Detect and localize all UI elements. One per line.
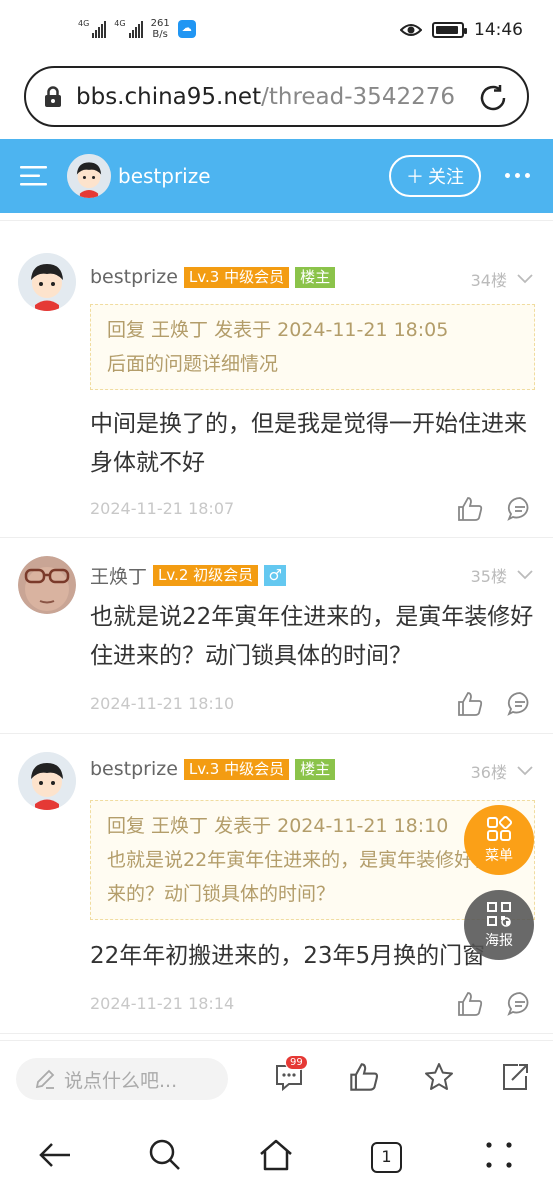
pencil-icon: [35, 1069, 55, 1089]
url-text[interactable]: bbs.china95.net/thread-3542276: [76, 84, 455, 110]
comment-icon[interactable]: [507, 691, 533, 717]
poster-label: 海报: [485, 932, 513, 949]
post-actions: [457, 496, 533, 522]
like-icon[interactable]: [457, 991, 483, 1017]
user-avatar[interactable]: [18, 556, 76, 614]
like-icon[interactable]: [457, 691, 483, 717]
clock: 14:46: [474, 20, 523, 40]
post-content: 中间是换了的，但是我是觉得一开始住进来身体就不好: [90, 411, 527, 476]
quote-block: 回复 王焕丁 发表于 2024-11-21 18:10 也就是说22年寅年住进来…: [90, 800, 535, 920]
plus-icon: ＋: [406, 167, 424, 188]
post-header: bestprize Lv.3 中级会员 楼主: [90, 266, 336, 288]
thread-header: bestprize ＋关注: [0, 139, 553, 213]
reply-post: bestprize Lv.3 中级会员 楼主 34楼 回复 王焕丁 发表于 20…: [0, 221, 553, 538]
home-icon[interactable]: [258, 1138, 294, 1172]
menu-label: 菜单: [485, 847, 513, 864]
floor-number[interactable]: 34楼: [471, 267, 533, 291]
username[interactable]: bestprize: [90, 758, 178, 780]
bottom-action-bar: 说点什么吧... 99: [0, 1040, 553, 1116]
username[interactable]: 王焕丁: [90, 562, 147, 589]
floating-menu-button[interactable]: 菜单: [464, 805, 534, 875]
owner-badge: 楼主: [295, 758, 336, 780]
level-badge: Lv.2 初级会员: [153, 565, 259, 586]
post-time: 2024-11-21 18:10: [90, 694, 235, 713]
reply-post: bestprize Lv.3 中级会员 楼主 36楼 回复 王焕丁 发表于 20…: [0, 734, 553, 1034]
post-actions: [457, 691, 533, 717]
reply-post: 王焕丁 Lv.2 初级会员 ♂ 35楼 也就是说22年寅年住进来的，是寅年装修好…: [0, 538, 553, 734]
user-avatar[interactable]: [18, 752, 76, 810]
battery-icon: [432, 22, 467, 38]
male-gender-icon: ♂: [264, 565, 287, 586]
hamburger-menu-icon[interactable]: [20, 165, 47, 187]
qrcode-icon: [487, 901, 511, 927]
weather-icon: ☁: [177, 20, 196, 38]
like-icon[interactable]: [349, 1062, 379, 1092]
star-icon[interactable]: [424, 1062, 454, 1092]
username[interactable]: bestprize: [90, 266, 178, 288]
like-icon[interactable]: [457, 496, 483, 522]
chevron-down-icon[interactable]: [517, 274, 533, 284]
quote-block: 回复 王焕丁 发表于 2024-11-21 18:05 后面的问题详细情况: [90, 304, 535, 390]
floor-number[interactable]: 35楼: [471, 563, 533, 587]
post-header: 王焕丁 Lv.2 初级会员 ♂: [90, 562, 287, 589]
author-avatar[interactable]: [67, 154, 111, 198]
comment-input[interactable]: 说点什么吧...: [16, 1058, 228, 1100]
post-content: 也就是说22年寅年住进来的，是寅年装修好住进来的？动门锁具体的时间？: [90, 604, 534, 669]
post-actions: [457, 991, 533, 1017]
share-icon[interactable]: [500, 1062, 530, 1092]
comment-icon[interactable]: [507, 496, 533, 522]
level-badge: Lv.3 中级会员: [183, 266, 290, 288]
floor-number[interactable]: 36楼: [471, 759, 533, 783]
more-options-icon[interactable]: [505, 173, 530, 178]
divider: [0, 213, 553, 221]
signal-icon-1: 4G: [78, 20, 107, 38]
more-dots-icon[interactable]: [484, 1138, 514, 1172]
follow-button[interactable]: ＋关注: [389, 155, 481, 197]
grid-icon: [487, 815, 512, 841]
post-time: 2024-11-21 18:07: [90, 499, 235, 518]
owner-badge: 楼主: [295, 266, 336, 288]
reload-icon[interactable]: [477, 82, 509, 114]
comment-count-badge: 99: [285, 1055, 308, 1070]
lock-icon: [45, 85, 61, 107]
status-left: 4G 4G 261 B/s ☁: [78, 18, 196, 40]
level-badge: Lv.3 中级会员: [183, 758, 290, 780]
search-icon[interactable]: [148, 1138, 182, 1172]
chevron-down-icon[interactable]: [517, 766, 533, 776]
network-speed: 261 B/s: [150, 18, 170, 40]
status-right: 14:46: [400, 20, 523, 40]
back-arrow-icon[interactable]: [38, 1138, 72, 1172]
post-header: bestprize Lv.3 中级会员 楼主: [90, 758, 336, 780]
address-bar[interactable]: bbs.china95.net/thread-3542276: [24, 66, 529, 127]
post-time: 2024-11-21 18:14: [90, 994, 235, 1013]
user-avatar[interactable]: [18, 253, 76, 311]
chevron-down-icon[interactable]: [517, 570, 533, 580]
comment-placeholder: 说点什么吧...: [64, 1069, 178, 1092]
comment-icon[interactable]: [507, 991, 533, 1017]
status-bar: 4G 4G 261 B/s ☁ 14:46: [0, 0, 553, 60]
tabs-button[interactable]: 1: [371, 1142, 402, 1173]
floating-poster-button[interactable]: 海报: [464, 890, 534, 960]
eye-icon: [400, 24, 422, 36]
author-name[interactable]: bestprize: [118, 164, 211, 188]
signal-icon-2: 4G: [114, 20, 143, 38]
system-navigation-bar: [0, 1116, 553, 1200]
